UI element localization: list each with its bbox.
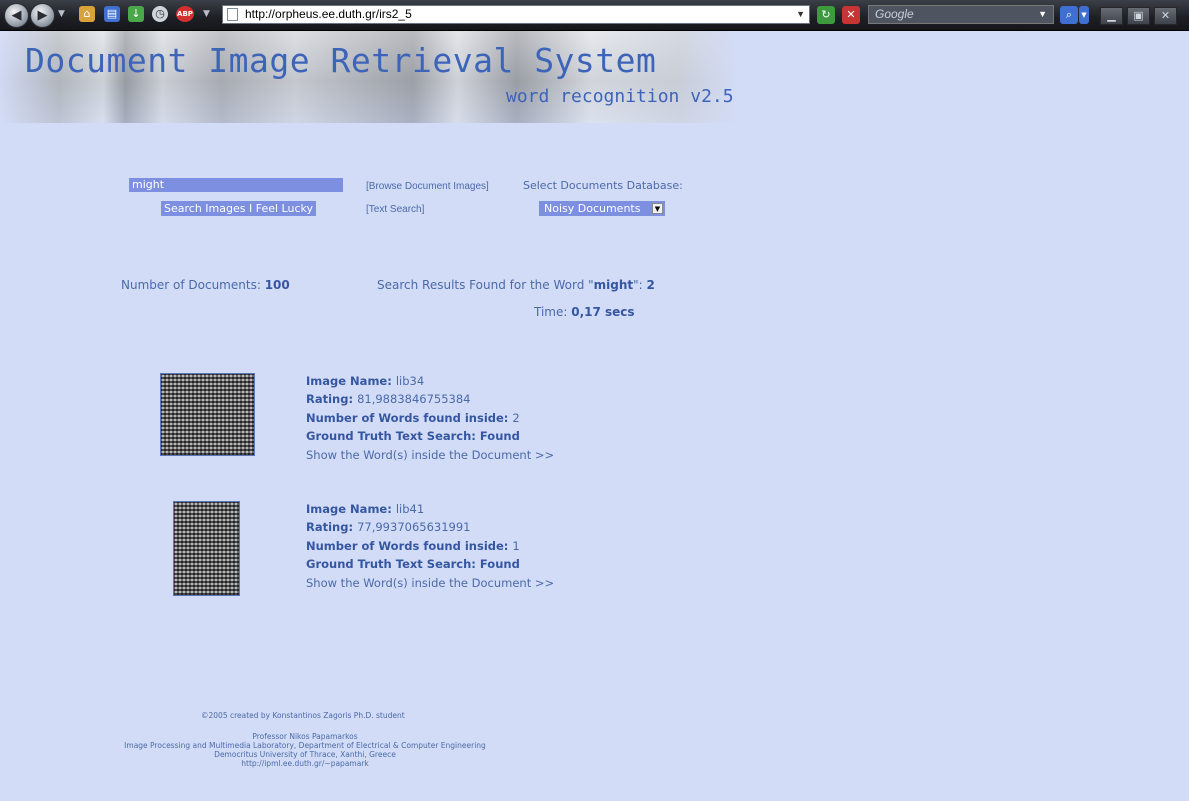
ground-truth-value: Found (479, 429, 520, 443)
search-time: Time: 0,17 secs (534, 305, 635, 319)
footer-lab: Image Processing and Multimedia Laborato… (124, 741, 486, 750)
documents-count-value: 100 (264, 278, 290, 292)
footer-credit: ©2005 created by Konstantinos Zagoris Ph… (201, 711, 405, 720)
database-select[interactable]: Noisy Documents ▼ (539, 201, 665, 216)
page-icon (227, 8, 238, 21)
time-value: 0,17 secs (571, 305, 635, 319)
results-middle: ": (633, 278, 647, 292)
search-engine-icon[interactable]: ⌕ (1060, 6, 1078, 24)
results-prefix: Search Results Found for the Word " (377, 278, 594, 292)
rating-label: Rating: (306, 392, 358, 406)
stop-icon[interactable]: ✕ (842, 6, 860, 24)
text-search-link[interactable]: [Text Search] (366, 204, 424, 215)
image-name-value: lib34 (395, 374, 425, 388)
history-dropdown-icon[interactable]: ▼ (58, 9, 65, 19)
home-icon[interactable]: ⌂ (79, 6, 95, 22)
back-icon: ◀ (11, 8, 22, 23)
bookmarks-icon[interactable]: ▤ (104, 6, 120, 22)
close-icon[interactable]: ✕ (1154, 7, 1177, 25)
footer-website[interactable]: http://ipml.ee.duth.gr/~papamark (0, 759, 610, 768)
query-input[interactable] (129, 178, 343, 192)
site-subtitle: word recognition v2.5 (506, 86, 734, 107)
results-summary: Search Results Found for the Word "might… (377, 278, 655, 292)
time-label: Time: (534, 305, 572, 319)
result-image-name: Image Name: lib34 (306, 374, 424, 388)
site-banner: Document Image Retrieval System word rec… (0, 31, 738, 123)
ground-truth-value: Found (479, 557, 520, 571)
adblock-icon[interactable]: ABP (176, 6, 194, 22)
address-bar[interactable]: http://orpheus.ee.duth.gr/irs2_5 ▼ (222, 5, 810, 24)
documents-count-label: Number of Documents: (121, 278, 265, 292)
result-thumbnail[interactable] (173, 501, 240, 596)
result-image-name: Image Name: lib41 (306, 502, 424, 516)
database-label: Select Documents Database: (523, 179, 683, 192)
search-placeholder: Google (875, 7, 914, 21)
search-engine-dropdown-icon[interactable]: ▼ (1038, 6, 1047, 23)
words-found-value: 2 (512, 411, 520, 425)
show-words-link[interactable]: Show the Word(s) inside the Document >> (306, 448, 554, 462)
browser-toolbar: ◀ ▶ ▼ ⌂ ▤ ↓ ◷ ABP ▼ http://orpheus.ee.du… (0, 0, 1189, 31)
minimize-icon[interactable]: ▁ (1100, 7, 1123, 25)
result-words-found: Number of Words found inside: 1 (306, 539, 520, 553)
words-found-label: Number of Words found inside: (306, 539, 513, 553)
feel-lucky-button[interactable]: I Feel Lucky (246, 201, 316, 216)
download-icon[interactable]: ↓ (128, 6, 144, 22)
show-words-link[interactable]: Show the Word(s) inside the Document >> (306, 576, 554, 590)
image-name-label: Image Name: (306, 502, 396, 516)
results-count: 2 (646, 278, 655, 292)
search-images-button[interactable]: Search Images (161, 201, 249, 216)
image-name-value: lib41 (395, 502, 425, 516)
forward-icon: ▶ (37, 8, 48, 23)
footer-university: Democritus University of Thrace, Xanthi,… (214, 750, 396, 759)
chevron-down-icon[interactable]: ▼ (652, 203, 663, 214)
rating-value: 81,9883846755384 (357, 392, 471, 406)
result-words-found: Number of Words found inside: 2 (306, 411, 520, 425)
forward-button[interactable]: ▶ (30, 3, 55, 28)
rating-value: 77,9937065631991 (357, 520, 471, 534)
adblock-dropdown-icon[interactable]: ▼ (203, 9, 210, 19)
back-button[interactable]: ◀ (4, 3, 29, 28)
database-selected-value: Noisy Documents (544, 202, 641, 215)
maximize-icon[interactable]: ▣ (1127, 7, 1150, 25)
result-rating: Rating: 77,9937065631991 (306, 520, 470, 534)
results-word: might (593, 278, 634, 292)
browser-search-input[interactable]: Google ▼ (868, 5, 1054, 24)
search-options-icon[interactable]: ▼ (1079, 6, 1089, 24)
ground-truth-label: Ground Truth Text Search: (306, 557, 480, 571)
result-thumbnail[interactable] (160, 373, 255, 456)
reload-icon[interactable]: ↻ (817, 6, 835, 24)
image-name-label: Image Name: (306, 374, 396, 388)
result-rating: Rating: 81,9883846755384 (306, 392, 470, 406)
words-found-label: Number of Words found inside: (306, 411, 513, 425)
documents-count: Number of Documents: 100 (121, 278, 290, 292)
footer-professor: Professor Nikos Papamarkos (252, 732, 358, 741)
history-icon[interactable]: ◷ (152, 6, 168, 22)
rating-label: Rating: (306, 520, 358, 534)
address-dropdown-icon[interactable]: ▼ (796, 6, 805, 23)
result-ground-truth: Ground Truth Text Search: Found (306, 429, 520, 443)
site-title: Document Image Retrieval System (25, 41, 657, 80)
result-ground-truth: Ground Truth Text Search: Found (306, 557, 520, 571)
url-text: http://orpheus.ee.duth.gr/irs2_5 (245, 7, 412, 21)
ground-truth-label: Ground Truth Text Search: (306, 429, 480, 443)
browse-images-link[interactable]: [Browse Document Images] (366, 181, 489, 192)
words-found-value: 1 (512, 539, 520, 553)
